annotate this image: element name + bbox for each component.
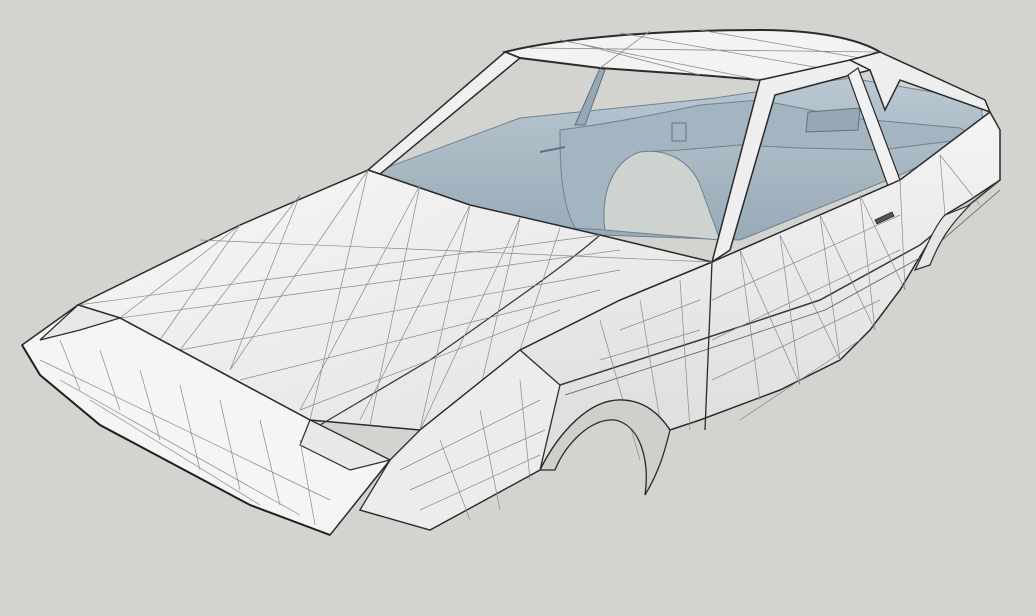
car-body-model[interactable] [0, 0, 1036, 616]
modeling-viewport[interactable] [0, 0, 1036, 616]
